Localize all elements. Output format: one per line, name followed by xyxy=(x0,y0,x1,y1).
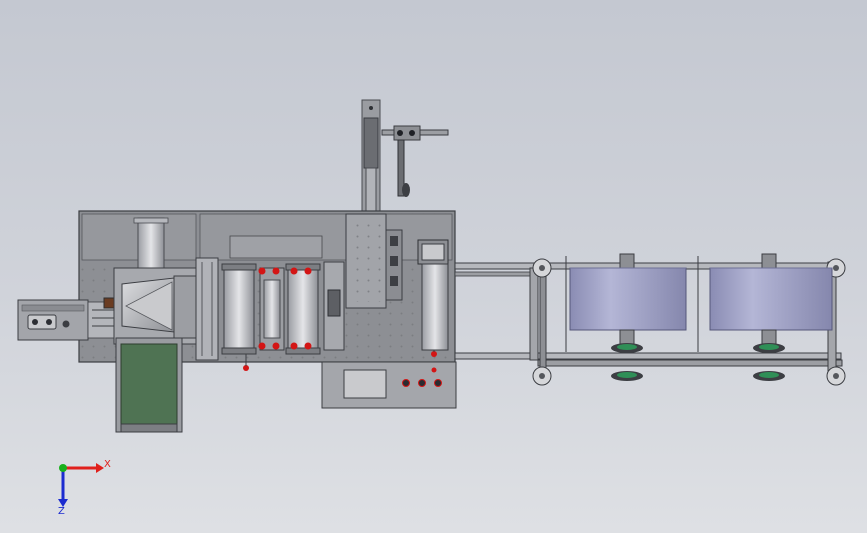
coordinate-triad: X Z xyxy=(58,459,111,517)
left-infeed-module xyxy=(17,297,119,341)
forming-funnel xyxy=(113,267,201,345)
x-axis-label: X xyxy=(104,459,111,470)
conveyor-belt xyxy=(115,337,183,433)
z-axis-label: Z xyxy=(58,506,65,517)
vertical-column xyxy=(361,99,381,213)
y-axis-origin xyxy=(59,464,67,472)
handwheel-assembly xyxy=(381,125,449,197)
cad-viewport[interactable]: X Z xyxy=(0,0,867,533)
control-box xyxy=(321,361,457,409)
